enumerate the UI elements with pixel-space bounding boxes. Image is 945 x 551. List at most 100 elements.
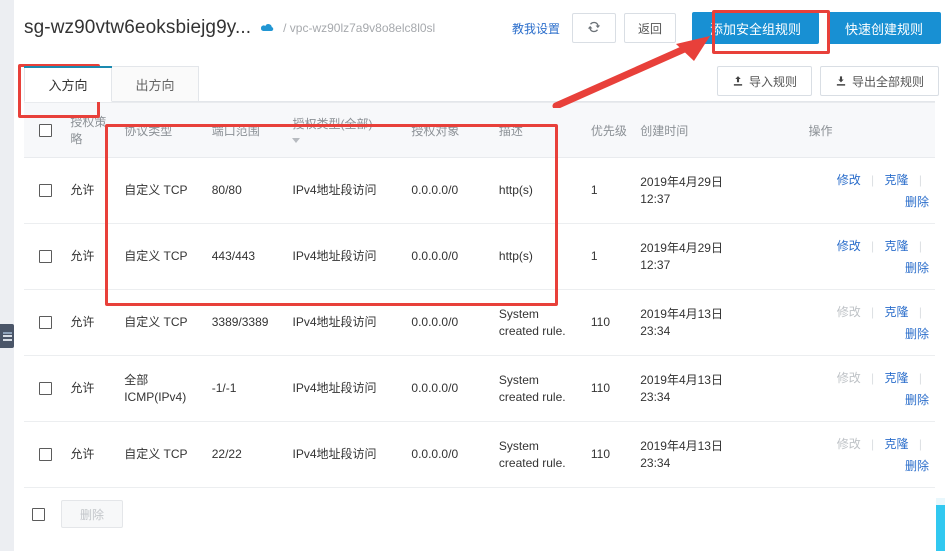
table-footer: 删除 [14,488,945,528]
batch-delete-button: 删除 [61,500,124,528]
divider: | [918,436,922,451]
divider: | [871,238,875,253]
row-actions: 修改 | 克隆 | 删除 [809,301,929,345]
add-security-group-rule-button[interactable]: 添加安全组规则 [691,12,819,44]
column-auth-object: 授权对象 [405,102,493,158]
clone-link[interactable]: 克隆 [885,305,909,319]
create-date: 2019年4月13日 [640,306,723,321]
footer-select-all-checkbox[interactable] [32,507,45,521]
clone-link[interactable]: 克隆 [885,173,909,187]
table-row[interactable]: 允许 自定义 TCP 22/22 IPv4地址段访问 0.0.0.0/0 Sys… [24,421,935,488]
delete-link[interactable]: 删除 [809,389,929,411]
security-group-rules-page: sg-wz90vtw6eoksbiejg9y... / vpc-wz90lz7a… [0,0,945,551]
delete-link[interactable]: 删除 [809,455,929,477]
chevron-down-icon[interactable] [292,137,301,143]
column-select-all [24,102,65,158]
row-checkbox[interactable] [38,250,52,264]
import-rules-button[interactable]: 导入规则 [716,66,812,96]
back-button[interactable]: 返回 [623,13,676,43]
row-actions: 修改 | 克隆 | 删除 [809,169,929,213]
table-row[interactable]: 允许 自定义 TCP 3389/3389 IPv4地址段访问 0.0.0.0/0… [24,289,935,356]
row-select-cell [24,157,65,224]
delete-link[interactable]: 删除 [809,257,929,279]
cell-policy: 允许 [64,157,119,224]
create-date: 2019年4月13日 [640,372,723,387]
cell-operations: 修改 | 克隆 | 删除 [802,157,935,224]
teach-me-link[interactable]: 教我设置 [512,20,560,37]
clone-link[interactable]: 克隆 [885,437,909,451]
cell-protocol: 自定义 TCP [118,421,206,488]
cloud-icon [260,23,275,34]
cell-auth-type: IPv4地址段访问 [286,223,406,290]
table-row[interactable]: 允许 自定义 TCP 443/443 IPv4地址段访问 0.0.0.0/0 h… [24,223,935,290]
cell-protocol: 自定义 TCP [118,289,206,356]
cell-auth-object: 0.0.0.0/0 [405,157,493,224]
refresh-icon [587,20,601,37]
table-row[interactable]: 允许 全部 ICMP(IPv4) -1/-1 IPv4地址段访问 0.0.0.0… [24,355,935,422]
create-clock: 23:34 [640,323,671,338]
export-all-rules-label: 导出全部规则 [851,74,924,89]
divider: | [918,370,922,385]
breadcrumb-vpc-id: vpc-wz90lz7a9v8o8elc8l0sl [289,21,436,35]
cell-create-time: 2019年4月13日 23:34 [634,355,803,422]
cell-auth-type: IPv4地址段访问 [286,421,406,488]
sidebar-toggle-handle[interactable] [0,324,14,348]
create-clock: 12:37 [640,191,671,206]
export-all-rules-button[interactable]: 导出全部规则 [819,66,939,96]
row-checkbox[interactable] [38,316,52,330]
cell-policy: 允许 [64,355,119,422]
quick-create-rule-button[interactable]: 快速创建规则 [826,12,941,44]
delete-link[interactable]: 删除 [809,323,929,345]
create-date: 2019年4月13日 [640,438,723,453]
clone-link[interactable]: 克隆 [885,371,909,385]
row-select-cell [24,355,65,422]
clone-link[interactable]: 克隆 [885,239,909,253]
cell-policy: 允许 [64,289,119,356]
import-rules-label: 导入规则 [748,74,797,89]
tab-outbound[interactable]: 出方向 [111,66,199,102]
refresh-button[interactable] [571,13,616,43]
cell-operations: 修改 | 克隆 | 删除 [802,289,935,356]
select-all-checkbox[interactable] [38,124,52,138]
edit-link: 修改 [836,370,861,385]
cell-description: System created rule. [492,355,585,422]
tab-inbound[interactable]: 入方向 [24,66,112,102]
row-actions: 修改 | 克隆 | 删除 [809,235,929,279]
cell-description: http(s) [492,157,585,224]
column-policy: 授权策略 [64,102,119,158]
cell-operations: 修改 | 克隆 | 删除 [802,223,935,290]
column-protocol: 协议类型 [118,102,206,158]
cell-auth-object: 0.0.0.0/0 [405,223,493,290]
cell-description: System created rule. [492,421,585,488]
row-actions: 修改 | 克隆 | 删除 [809,367,929,411]
cell-priority: 110 [584,355,635,422]
download-icon [835,75,847,87]
upload-icon [732,75,744,87]
row-checkbox[interactable] [38,184,52,198]
row-select-cell [24,421,65,488]
delete-link[interactable]: 删除 [809,191,929,213]
row-checkbox[interactable] [38,382,52,396]
rules-table-container: 授权策略 协议类型 端口范围 授权类型(全部) 授权对象 描述 优先级 创建时间… [14,102,945,488]
cell-auth-object: 0.0.0.0/0 [405,421,493,488]
column-port-range: 端口范围 [205,102,287,158]
scrollbar-track [936,498,945,505]
scrollbar-thumb[interactable] [936,505,945,551]
column-description: 描述 [492,102,585,158]
cell-port-range: 22/22 [205,421,287,488]
direction-tabs: 入方向 出方向 导入规则 导出全部规则 [14,56,945,102]
cell-create-time: 2019年4月13日 23:34 [634,421,803,488]
create-date: 2019年4月29日 [640,174,723,189]
cell-port-range: 443/443 [205,223,287,290]
divider: | [871,304,875,319]
row-checkbox[interactable] [38,448,52,462]
edit-link[interactable]: 修改 [837,239,861,253]
column-auth-type-label: 授权类型(全部) [292,116,373,131]
cell-priority: 110 [584,421,635,488]
cell-policy: 允许 [64,421,119,488]
sidebar-rail [0,0,14,551]
edit-link[interactable]: 修改 [837,173,861,187]
table-row[interactable]: 允许 自定义 TCP 80/80 IPv4地址段访问 0.0.0.0/0 htt… [24,157,935,224]
edit-link: 修改 [836,304,861,319]
row-select-cell [24,223,65,290]
